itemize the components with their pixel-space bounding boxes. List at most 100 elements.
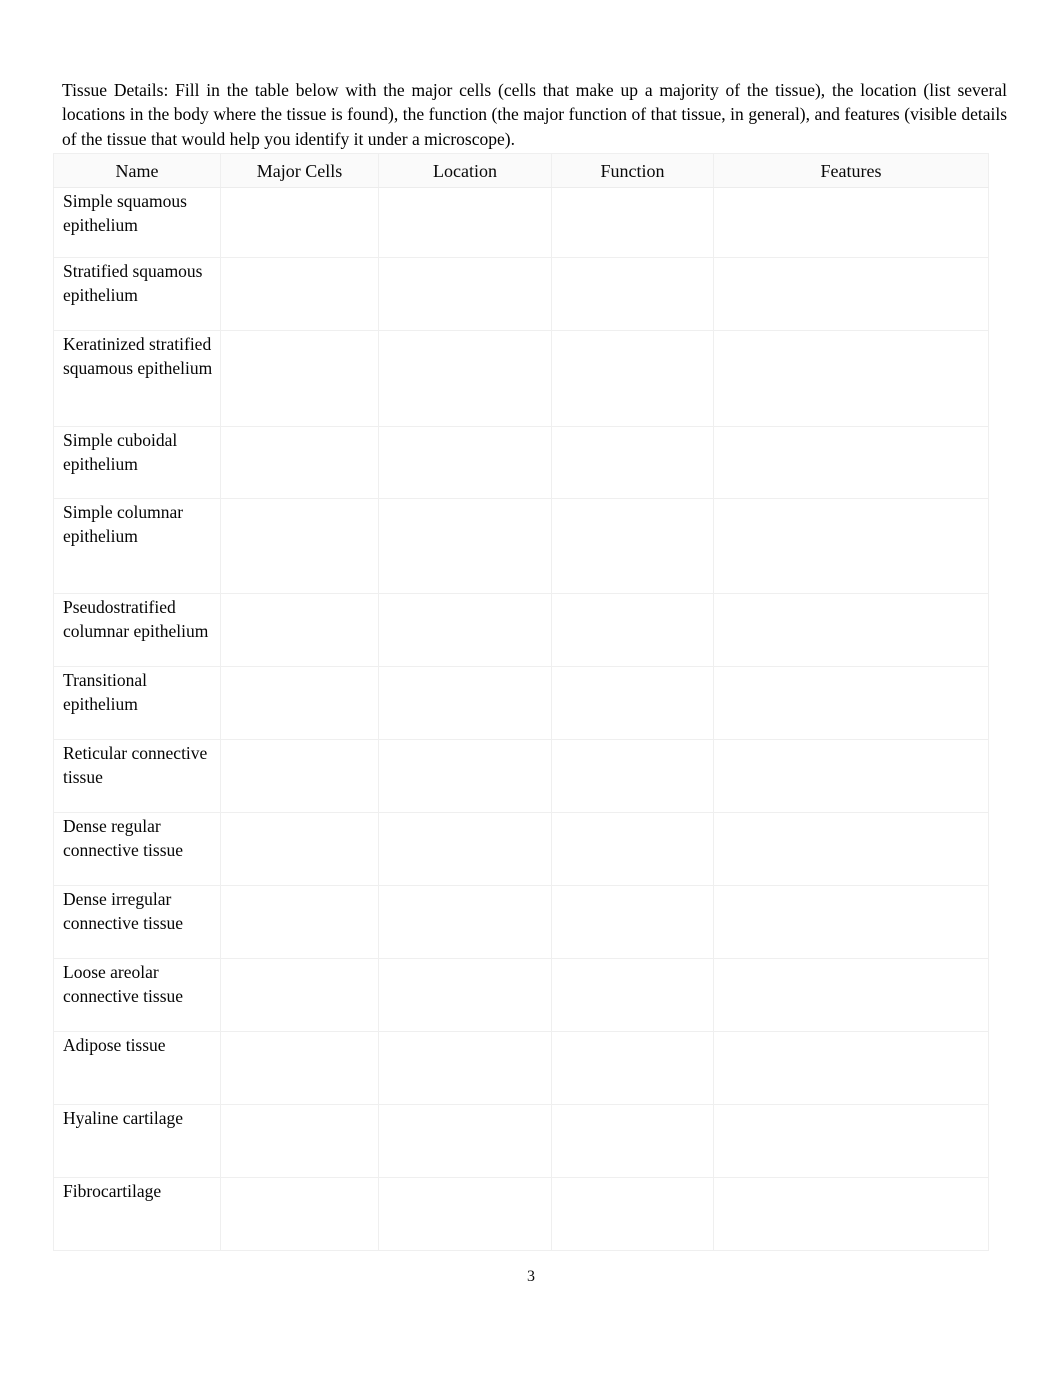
function-cell[interactable] [551,187,714,258]
function-cell[interactable] [551,1031,714,1105]
location-cell[interactable] [378,739,552,813]
function-cell[interactable] [551,498,714,594]
table-row: Stratified squamous epithelium [53,257,989,331]
table-row: Simple columnar epithelium [53,498,989,594]
table-row: Pseudostratified columnar epithelium [53,593,989,667]
tissue-name-cell: Adipose tissue [53,1031,221,1105]
tissue-name-cell: Pseudostratified columnar epithelium [53,593,221,667]
features-cell[interactable] [713,426,989,499]
tissue-name-label: Dense irregular connective tissue [63,889,184,933]
tissue-name-label: Pseudostratified columnar epithelium [63,597,209,641]
major-cells-cell[interactable] [220,958,379,1032]
column-header-function: Function [551,153,714,188]
major-cells-cell[interactable] [220,1177,379,1251]
features-cell[interactable] [713,1031,989,1105]
tissue-name-label: Simple squamous epithelium [63,191,187,235]
features-cell[interactable] [713,885,989,959]
function-cell[interactable] [551,1104,714,1178]
major-cells-cell[interactable] [220,257,379,331]
table-row: Simple squamous epithelium [53,187,989,258]
function-cell[interactable] [551,257,714,331]
table-row: Simple cuboidal epithelium [53,426,989,499]
function-cell[interactable] [551,1177,714,1251]
tissue-name-label: Simple columnar epithelium [63,502,184,546]
features-cell[interactable] [713,1177,989,1251]
tissue-name-label: Transitional epithelium [63,670,147,714]
function-cell[interactable] [551,739,714,813]
location-cell[interactable] [378,1104,552,1178]
table-row: Reticular connective tissue [53,739,989,813]
features-cell[interactable] [713,330,989,427]
tissue-details-table: Name Major Cells Location Function Featu… [53,153,989,1251]
tissue-name-label: Loose areolar connective tissue [63,962,184,1006]
column-header-name: Name [53,153,221,188]
major-cells-cell[interactable] [220,812,379,886]
location-cell[interactable] [378,257,552,331]
tissue-name-cell: Simple squamous epithelium [53,187,221,258]
major-cells-cell[interactable] [220,426,379,499]
location-cell[interactable] [378,187,552,258]
tissue-name-cell: Dense regular connective tissue [53,812,221,886]
features-cell[interactable] [713,1104,989,1178]
tissue-name-label: Simple cuboidal epithelium [63,430,178,474]
major-cells-cell[interactable] [220,885,379,959]
table-row: Dense regular connective tissue [53,812,989,886]
location-cell[interactable] [378,330,552,427]
tissue-name-cell: Loose areolar connective tissue [53,958,221,1032]
features-cell[interactable] [713,812,989,886]
table-row: Loose areolar connective tissue [53,958,989,1032]
major-cells-cell[interactable] [220,330,379,427]
function-cell[interactable] [551,958,714,1032]
function-cell[interactable] [551,330,714,427]
intro-paragraph: Tissue Details: Fill in the table below … [62,79,1007,149]
tissue-name-cell: Fibrocartilage [53,1177,221,1251]
features-cell[interactable] [713,257,989,331]
major-cells-cell[interactable] [220,593,379,667]
location-cell[interactable] [378,1031,552,1105]
function-cell[interactable] [551,593,714,667]
function-cell[interactable] [551,812,714,886]
function-cell[interactable] [551,426,714,499]
table-body: Simple squamous epithelium Stratified squ… [53,187,989,1251]
location-cell[interactable] [378,885,552,959]
tissue-name-cell: Simple columnar epithelium [53,498,221,594]
tissue-name-label: Fibrocartilage [63,1181,162,1201]
major-cells-cell[interactable] [220,1104,379,1178]
tissue-name-cell: Reticular connective tissue [53,739,221,813]
table-header-row: Name Major Cells Location Function Featu… [53,153,989,188]
column-header-features: Features [713,153,989,188]
tissue-name-cell: Stratified squamous epithelium [53,257,221,331]
location-cell[interactable] [378,666,552,740]
tissue-name-label: Adipose tissue [63,1035,166,1055]
tissue-name-label: Stratified squamous epithelium [63,261,203,305]
features-cell[interactable] [713,187,989,258]
page-number: 3 [527,1268,535,1285]
function-cell[interactable] [551,885,714,959]
table-row: Adipose tissue [53,1031,989,1105]
features-cell[interactable] [713,739,989,813]
major-cells-cell[interactable] [220,739,379,813]
location-cell[interactable] [378,1177,552,1251]
tissue-name-label: Reticular connective tissue [63,743,208,787]
features-cell[interactable] [713,593,989,667]
location-cell[interactable] [378,812,552,886]
location-cell[interactable] [378,958,552,1032]
tissue-name-cell: Keratinized stratified squamous epitheli… [53,330,221,427]
table-row: Fibrocartilage [53,1177,989,1251]
tissue-name-cell: Simple cuboidal epithelium [53,426,221,499]
major-cells-cell[interactable] [220,1031,379,1105]
column-header-location: Location [378,153,552,188]
table-row: Dense irregular connective tissue [53,885,989,959]
major-cells-cell[interactable] [220,187,379,258]
column-header-major-cells: Major Cells [220,153,379,188]
features-cell[interactable] [713,498,989,594]
major-cells-cell[interactable] [220,666,379,740]
features-cell[interactable] [713,666,989,740]
major-cells-cell[interactable] [220,498,379,594]
location-cell[interactable] [378,426,552,499]
function-cell[interactable] [551,666,714,740]
location-cell[interactable] [378,593,552,667]
location-cell[interactable] [378,498,552,594]
tissue-name-label: Hyaline cartilage [63,1108,184,1128]
features-cell[interactable] [713,958,989,1032]
